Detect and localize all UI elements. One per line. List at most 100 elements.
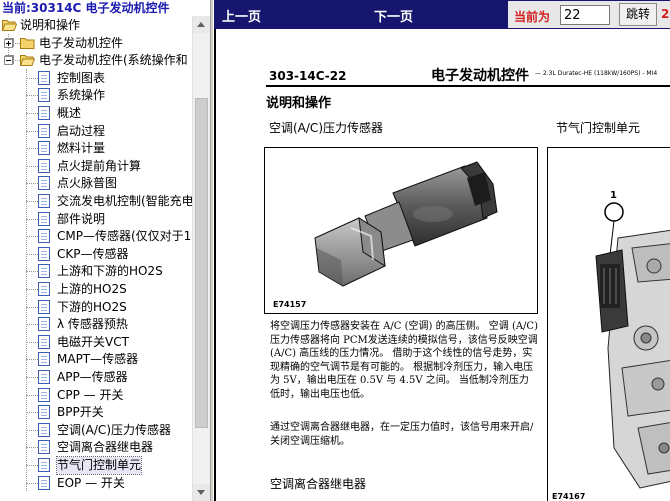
document-icon	[38, 387, 50, 402]
tree-panel: 当前:30314C 电子发动机控件 说明和操作 电子发动机控件 电子发动机控件(系统…	[0, 0, 210, 501]
tree-node-label[interactable]: CPP — 开关	[57, 387, 123, 404]
tree-connector	[26, 341, 38, 343]
folder-icon	[20, 55, 35, 67]
tree-node-label[interactable]: EOP — 开关	[57, 475, 125, 492]
page-jump-box: 当前为 跳转 2	[508, 1, 670, 28]
page-nav-bar: 上一页 下一页 当前为 跳转 2	[214, 0, 670, 29]
tree-node-label[interactable]: 控制图表	[57, 70, 105, 87]
tree-connector	[26, 359, 38, 361]
document-icon	[38, 106, 50, 120]
document-icon	[38, 123, 50, 138]
current-page-label: 当前为	[514, 10, 551, 24]
expand-icon[interactable]	[4, 38, 13, 48]
tree-scrollbar[interactable]	[192, 16, 210, 501]
page-number-input[interactable]	[560, 5, 610, 25]
tree-connector	[26, 95, 38, 97]
figure-label: E74167	[552, 492, 586, 501]
tree-connector	[26, 412, 38, 414]
heading-rule	[266, 85, 670, 87]
tree-connector	[26, 377, 38, 378]
tree-connector	[26, 130, 38, 132]
tree-connector	[26, 394, 38, 396]
document-icon	[38, 475, 50, 490]
tree-node-label[interactable]: CKP—传感器	[57, 246, 129, 263]
scrollbar-thumb[interactable]	[195, 98, 208, 428]
tree-node-label[interactable]: 交流发电机控制(智能充电	[57, 193, 192, 210]
tree-connector	[26, 68, 27, 492]
document-icon	[38, 458, 50, 472]
tree-connector	[26, 183, 38, 185]
doc-code: 303-14C-22	[269, 69, 347, 83]
part-title-throttle: 节气门控制单元	[556, 121, 641, 135]
tree-node[interactable]: 说明和操作	[0, 17, 192, 34]
prev-page-link[interactable]: 上一页	[222, 6, 261, 25]
document-icon	[38, 176, 50, 191]
throttle-unit-illustration	[595, 202, 670, 489]
document-icon	[38, 141, 50, 156]
figure-ac-pressure-sensor: E74157	[264, 147, 538, 314]
tree-node-label[interactable]: 电磁开关VCT	[57, 334, 129, 351]
tree-node-label[interactable]: 系统操作	[57, 87, 105, 104]
tree-node-label[interactable]: 启动过程	[57, 123, 105, 140]
document-icon	[38, 352, 50, 367]
tree-node-label[interactable]: 下游的HO2S	[57, 299, 127, 316]
tree-node-label[interactable]: 空调离合器继电器	[57, 439, 153, 456]
tree-node-label[interactable]: CMP—传感器(仅仅对于1	[57, 228, 191, 245]
doc-subheading: — 2.3L Duratec-HE (118kW/160PS) - MI4	[535, 70, 658, 77]
doc-heading: 电子发动机控件	[431, 68, 529, 84]
document-icon	[38, 70, 50, 85]
tree-connector	[26, 218, 38, 220]
section-title: 说明和操作	[266, 96, 332, 111]
document-icon	[38, 229, 50, 244]
tree-connector	[26, 165, 38, 167]
tree-node-label[interactable]: MAPT—传感器	[57, 351, 138, 368]
scroll-down-arrow-icon[interactable]	[193, 484, 210, 501]
document-icon	[38, 334, 50, 349]
topic-tree: 说明和操作 电子发动机控件 电子发动机控件(系统操作和 控制图表 系统操作 概述 启动过程燃…	[0, 16, 192, 501]
tree-node-label[interactable]: 上游和下游的HO2S	[57, 263, 163, 280]
tree-connector	[26, 465, 38, 466]
tree-connector	[26, 253, 38, 255]
ac-sensor-description: 将空调压力传感器安装在 A/C (空调) 的高压侧。 空调 (A/C) 压力传感…	[270, 321, 538, 400]
tree-connector	[26, 77, 38, 79]
tree-connector	[26, 201, 38, 202]
document-icon	[38, 264, 50, 279]
tree-node-label[interactable]: BPP开关	[57, 404, 104, 421]
tree-node-label[interactable]: 上游的HO2S	[57, 281, 127, 298]
ac-relay-note: 通过空调离合器继电器，在一定压力值时，该信号用来开启/关闭空调压缩机。	[270, 422, 534, 447]
document-icon	[38, 405, 50, 420]
document-icon	[38, 370, 50, 384]
tree-node-label[interactable]: λ 传感器预热	[57, 316, 128, 333]
tree-node-label[interactable]: 电子发动机控件(系统操作和	[39, 52, 188, 69]
tree-node-label[interactable]: 空调(A/C)压力传感器	[57, 422, 171, 439]
tree-node-label[interactable]: 电子发动机控件	[39, 35, 123, 52]
tree-node-label[interactable]: 点火提前角计算	[57, 158, 141, 175]
next-page-link[interactable]: 下一页	[374, 6, 413, 25]
tree-node-label[interactable]: 节气门控制单元	[55, 456, 143, 475]
tree-connector	[26, 289, 38, 290]
document-icon	[38, 440, 50, 455]
document-icon	[38, 88, 50, 103]
figure-label: E74157	[273, 300, 307, 309]
document-page: 303-14C-22 电子发动机控件 — 2.3L Duratec-HE (11…	[214, 29, 670, 501]
go-button[interactable]: 跳转	[619, 3, 657, 26]
folder-icon	[2, 20, 17, 31]
scroll-up-arrow-icon[interactable]	[193, 16, 210, 33]
tree-node-label[interactable]: 点火脉普图	[57, 175, 117, 192]
tree-node-label[interactable]: 部件说明	[57, 211, 105, 228]
document-icon	[38, 158, 50, 173]
tree-node[interactable]: 电子发动机控件(系统操作和	[0, 52, 192, 69]
tree-node-label[interactable]: APP—传感器	[57, 369, 128, 386]
tree-node[interactable]: 电子发动机控件	[0, 35, 192, 52]
tree-connector	[26, 113, 38, 114]
document-icon	[38, 422, 50, 437]
tree-connector	[26, 306, 38, 308]
tree-node-label[interactable]: 燃料计量	[57, 140, 105, 157]
part-title-ac-sensor: 空调(A/C)压力传感器	[269, 121, 383, 135]
collapse-icon[interactable]	[4, 56, 13, 66]
tree-connector	[26, 429, 38, 431]
document-icon	[38, 211, 50, 226]
tree-node-label[interactable]: 说明和操作	[20, 17, 80, 34]
page-edge	[214, 29, 216, 501]
tree-node-label[interactable]: 概述	[57, 105, 81, 122]
